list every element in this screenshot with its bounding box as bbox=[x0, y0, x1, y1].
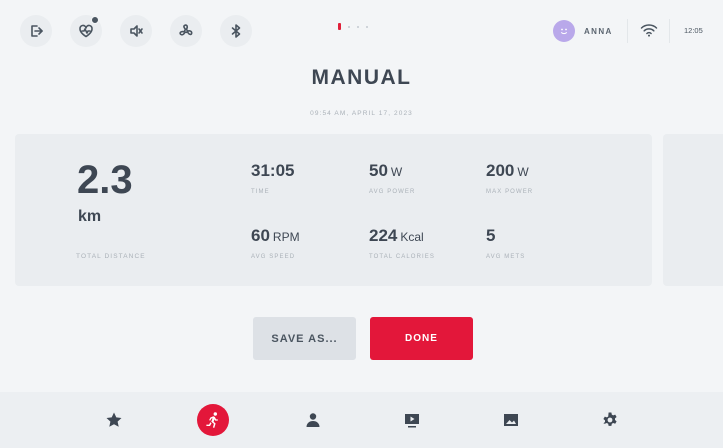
total-distance-unit: km bbox=[78, 208, 102, 225]
page-dot[interactable] bbox=[348, 25, 350, 28]
fan-icon[interactable] bbox=[170, 15, 202, 47]
stat-time-value: 31:05 bbox=[251, 161, 295, 180]
stat-avg-power-value: 50 bbox=[369, 161, 388, 180]
stat-max-power: 200 W MAX POWER bbox=[486, 161, 533, 195]
stat-avg-speed-value: 60 bbox=[251, 226, 270, 245]
notification-dot bbox=[91, 16, 99, 24]
face-icon bbox=[561, 28, 567, 35]
stat-max-power-unit: W bbox=[517, 165, 529, 179]
nav-favorites[interactable] bbox=[98, 404, 130, 436]
stat-avg-power-label: AVG POWER bbox=[369, 189, 416, 195]
total-distance-label: TOTAL DISTANCE bbox=[76, 253, 146, 260]
nav-settings[interactable] bbox=[594, 404, 626, 436]
nav-profile[interactable] bbox=[297, 404, 329, 436]
stat-avg-speed: 60 RPM AVG SPEED bbox=[251, 226, 300, 260]
stat-calories-value: 224 bbox=[369, 226, 398, 245]
stat-avg-speed-label: AVG SPEED bbox=[251, 254, 296, 260]
running-icon bbox=[206, 412, 218, 428]
star-icon bbox=[106, 412, 122, 427]
stat-avg-power-unit: W bbox=[390, 165, 403, 179]
stat-time: 31:05 TIME bbox=[251, 161, 294, 195]
page-dot[interactable] bbox=[357, 25, 359, 28]
done-button[interactable]: DONE bbox=[370, 317, 473, 360]
stat-max-power-label: MAX POWER bbox=[486, 189, 534, 195]
stat-mets-label: AVG METS bbox=[486, 254, 526, 260]
wifi-icon[interactable] bbox=[640, 23, 658, 37]
stat-calories-label: TOTAL CALORIES bbox=[369, 254, 435, 260]
image-icon bbox=[504, 414, 518, 426]
stat-mets: 5 AVG METS bbox=[486, 226, 525, 260]
workout-datetime: 09:54 AM, APRIL 17, 2023 bbox=[310, 110, 413, 117]
clock: 12:05 bbox=[684, 26, 703, 35]
avatar bbox=[553, 20, 575, 42]
bluetooth-icon[interactable] bbox=[220, 15, 252, 47]
gear-icon bbox=[603, 412, 617, 426]
page-dot[interactable] bbox=[366, 25, 368, 28]
divider bbox=[669, 19, 670, 43]
exit-icon[interactable] bbox=[20, 15, 52, 47]
stat-max-power-value: 200 bbox=[486, 161, 515, 180]
heart-rate-icon[interactable] bbox=[70, 15, 102, 47]
stat-time-label: TIME bbox=[251, 189, 270, 195]
video-icon bbox=[405, 414, 419, 428]
nav-video[interactable] bbox=[396, 404, 428, 436]
stat-avg-power: 50 W AVG POWER bbox=[369, 161, 415, 195]
page-dot-active[interactable] bbox=[338, 23, 341, 30]
bottom-nav bbox=[0, 392, 723, 448]
divider bbox=[627, 19, 628, 43]
page-indicator bbox=[338, 23, 368, 30]
user-profile[interactable]: ANNA bbox=[553, 20, 613, 42]
user-icon bbox=[306, 413, 320, 427]
stat-mets-value: 5 bbox=[486, 226, 496, 245]
stat-calories-unit: Kcal bbox=[400, 230, 424, 244]
workout-title: MANUAL bbox=[311, 66, 412, 89]
stat-calories: 224 Kcal TOTAL CALORIES bbox=[369, 226, 435, 260]
volume-icon[interactable] bbox=[120, 15, 152, 47]
nav-gallery[interactable] bbox=[495, 404, 527, 436]
top-bar: ANNA 12:05 bbox=[0, 0, 723, 62]
stat-avg-speed-unit: RPM bbox=[272, 230, 300, 244]
user-name: ANNA bbox=[584, 26, 613, 36]
workout-summary-card: 2.3 km TOTAL DISTANCE 31:05 TIME 50 W AVG… bbox=[15, 134, 652, 286]
save-as-button[interactable]: SAVE AS... bbox=[253, 317, 356, 360]
nav-workout[interactable] bbox=[197, 404, 229, 436]
total-distance-value: 2.3 bbox=[77, 158, 133, 202]
next-card-peek[interactable] bbox=[663, 134, 723, 286]
